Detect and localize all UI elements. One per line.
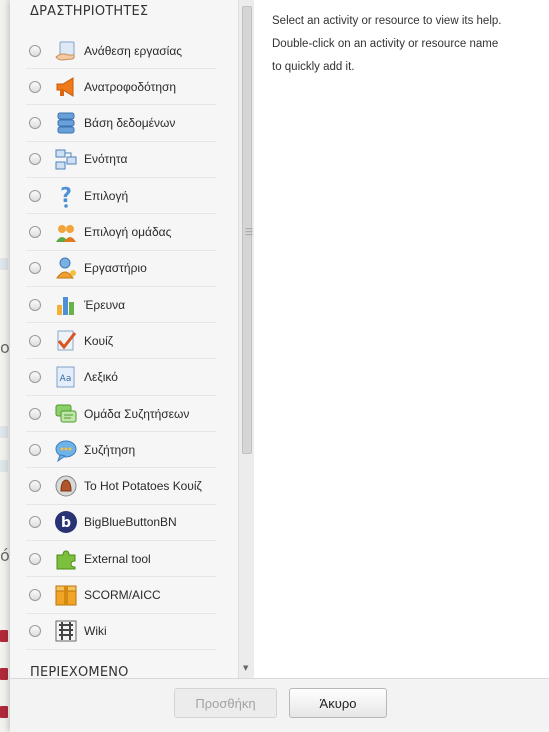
chat-icon xyxy=(54,438,78,462)
radio-button[interactable] xyxy=(29,552,41,565)
activity-option-row[interactable]: ? Επιλογή xyxy=(26,178,216,215)
options-list: ΔΡΑΣΤΗΡΙΟΤΗΤΕΣ Ανάθεση εργασίας Ανατροφοδ… xyxy=(10,0,254,678)
quiz-icon xyxy=(54,329,78,353)
background-pdf-icon xyxy=(0,630,8,642)
activity-option-row[interactable]: Ανατροφοδότηση xyxy=(26,69,216,106)
radio-button[interactable] xyxy=(29,153,41,166)
activities-section-header: ΔΡΑΣΤΗΡΙΟΤΗΤΕΣ xyxy=(30,4,149,19)
activity-option-row[interactable]: Aa Λεξικό xyxy=(26,360,216,396)
activity-option-row[interactable]: Ανάθεση εργασίας xyxy=(26,33,216,69)
activity-option-row[interactable]: SCORM/AICC xyxy=(26,578,216,614)
help-text-line-1: Select an activity or resource to view i… xyxy=(272,15,502,27)
activity-option-row[interactable]: b BigBlueButtonBN xyxy=(26,505,216,541)
lesson-icon xyxy=(54,147,78,171)
radio-button[interactable] xyxy=(29,371,41,384)
activity-option-row[interactable]: External tool xyxy=(26,541,216,578)
hotpot-icon xyxy=(54,474,78,498)
activity-option-label: BigBlueButtonBN xyxy=(84,515,177,530)
background-tile xyxy=(0,426,8,438)
help-text-line-3: to quickly add it. xyxy=(272,61,355,73)
forum-icon xyxy=(54,402,78,426)
activity-option-label: Έρευνα xyxy=(84,297,126,312)
radio-button[interactable] xyxy=(29,516,41,529)
activity-option-row[interactable]: Έρευνα xyxy=(26,287,216,324)
activity-option-row[interactable]: Κουίζ xyxy=(26,323,216,360)
activity-option-label: SCORM/AICC xyxy=(84,588,161,602)
background-page: ο ό xyxy=(0,0,10,732)
radio-button[interactable] xyxy=(29,80,41,93)
activity-option-label: Ανατροφοδότηση xyxy=(84,79,177,94)
radio-button[interactable] xyxy=(29,189,41,202)
radio-button[interactable] xyxy=(29,262,41,275)
activity-option-label: Ομάδα Συζητήσεων xyxy=(84,406,190,421)
cancel-button[interactable]: Άκυρο xyxy=(289,688,387,718)
radio-button[interactable] xyxy=(29,298,41,311)
glossary-icon: Aa xyxy=(54,365,78,389)
activity-option-label: Επιλογή xyxy=(84,188,129,203)
activity-chooser-dialog: ΔΡΑΣΤΗΡΙΟΤΗΤΕΣ Ανάθεση εργασίας Ανατροφοδ… xyxy=(10,0,549,732)
radio-button[interactable] xyxy=(29,226,41,238)
bigbluebutton-icon: b xyxy=(54,510,78,534)
radio-button[interactable] xyxy=(29,480,41,493)
add-button[interactable]: Προσθήκη xyxy=(174,688,277,718)
activity-option-label: Βάση δεδομένων xyxy=(84,116,176,131)
radio-button[interactable] xyxy=(29,334,41,347)
background-text-fragment: ο xyxy=(0,338,10,357)
activity-option-label: Συζήτηση xyxy=(84,442,136,457)
radio-button[interactable] xyxy=(29,625,41,638)
activity-option-label: External tool xyxy=(84,551,151,566)
activity-option-label: Επιλογή ομάδας xyxy=(84,225,172,239)
radio-button[interactable] xyxy=(29,407,41,420)
survey-chart-icon xyxy=(54,293,78,317)
svg-text:Aa: Aa xyxy=(60,374,72,384)
help-pane: Select an activity or resource to view i… xyxy=(272,10,542,79)
external-tool-puzzle-icon xyxy=(54,547,78,571)
svg-text:?: ? xyxy=(60,184,72,207)
radio-button[interactable] xyxy=(29,589,41,601)
activity-option-row[interactable]: Ομάδα Συζητήσεων xyxy=(26,396,216,432)
dialog-footer: Προσθήκη Άκυρο xyxy=(10,678,549,732)
svg-text:b: b xyxy=(61,515,71,531)
scrollbar-thumb[interactable]: — — — xyxy=(242,6,253,454)
activity-option-row[interactable]: Επιλογή ομάδας xyxy=(26,215,216,251)
database-icon xyxy=(54,111,78,135)
background-tile xyxy=(0,460,8,472)
activity-option-label: Κουίζ xyxy=(84,333,114,348)
workshop-icon xyxy=(54,256,78,280)
help-text-line-2: Double-click on an activity or resource … xyxy=(272,38,499,50)
wiki-icon xyxy=(54,619,78,643)
assignment-icon xyxy=(54,39,78,63)
activity-option-row[interactable]: Βάση δεδομένων xyxy=(26,106,216,142)
feedback-megaphone-icon xyxy=(54,75,78,99)
activity-option-label: Ανάθεση εργασίας xyxy=(84,43,183,58)
activity-option-row[interactable]: Συζήτηση xyxy=(26,432,216,469)
activity-option-row[interactable]: Εργαστήριο xyxy=(26,251,216,287)
radio-button[interactable] xyxy=(29,443,41,456)
scroll-down-arrow-icon[interactable]: ▼ xyxy=(243,664,248,672)
resources-section-header: ΠΕΡΙΕΧΟΜΕΝΟ xyxy=(30,665,129,678)
activity-option-label: Εργαστήριο xyxy=(84,261,147,276)
options-scrollbar[interactable]: — — — ▼ xyxy=(238,0,254,678)
activity-option-label: Λεξικό xyxy=(84,370,118,385)
activity-option-label: Wiki xyxy=(84,624,107,639)
group-choice-icon xyxy=(54,220,78,244)
activity-option-row[interactable]: Ενότητα xyxy=(26,142,216,178)
radio-button[interactable] xyxy=(29,44,41,57)
activity-option-label: Το Hot Potatoes Κουίζ xyxy=(84,479,202,494)
background-pdf-icon xyxy=(0,706,8,718)
activity-option-row[interactable]: Wiki xyxy=(26,614,216,650)
background-tile xyxy=(0,258,8,270)
activity-option-label: Ενότητα xyxy=(84,152,128,167)
background-pdf-icon xyxy=(0,668,8,680)
activity-option-row[interactable]: Το Hot Potatoes Κουίζ xyxy=(26,469,216,505)
scorm-package-icon xyxy=(54,583,78,607)
grip-icon: — — — xyxy=(245,224,253,239)
radio-button[interactable] xyxy=(29,117,41,130)
choice-question-icon: ? xyxy=(54,184,78,208)
background-text-fragment: ό xyxy=(0,546,10,565)
